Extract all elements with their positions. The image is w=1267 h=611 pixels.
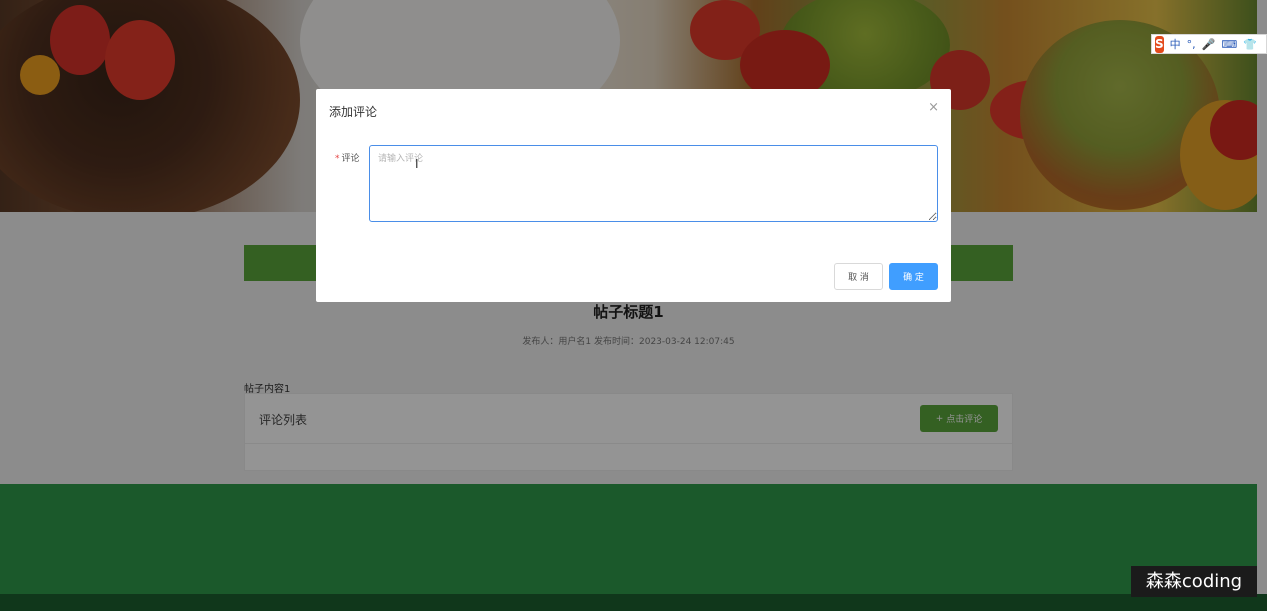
close-icon[interactable]: ×	[928, 100, 939, 115]
ime-mode[interactable]: 中	[1170, 36, 1181, 52]
comment-label-text: 评论	[341, 154, 360, 164]
comment-textarea[interactable]	[369, 145, 938, 222]
punctuation-icon[interactable]: °,	[1187, 38, 1196, 51]
add-comment-dialog: 添加评论 × *评论 I 取 消 确 定	[316, 89, 951, 302]
keyboard-icon[interactable]: ⌨	[1221, 38, 1237, 51]
sogou-logo-icon: S	[1155, 35, 1164, 53]
skin-icon[interactable]: 👕	[1243, 38, 1257, 51]
menu-icon[interactable]: ⋮	[1263, 38, 1267, 51]
dialog-title: 添加评论	[329, 105, 378, 119]
comment-field-label: * 评论	[335, 151, 360, 164]
cancel-button[interactable]: 取 消	[834, 263, 883, 290]
required-mark: *	[335, 154, 340, 164]
ime-toolbar[interactable]: S 中 °, 🎤 ⌨ 👕 ⋮	[1151, 34, 1267, 54]
microphone-icon[interactable]: 🎤	[1202, 38, 1216, 51]
text-cursor-icon: I	[415, 157, 419, 171]
watermark: 森森coding	[1131, 566, 1257, 597]
confirm-button[interactable]: 确 定	[889, 263, 938, 290]
